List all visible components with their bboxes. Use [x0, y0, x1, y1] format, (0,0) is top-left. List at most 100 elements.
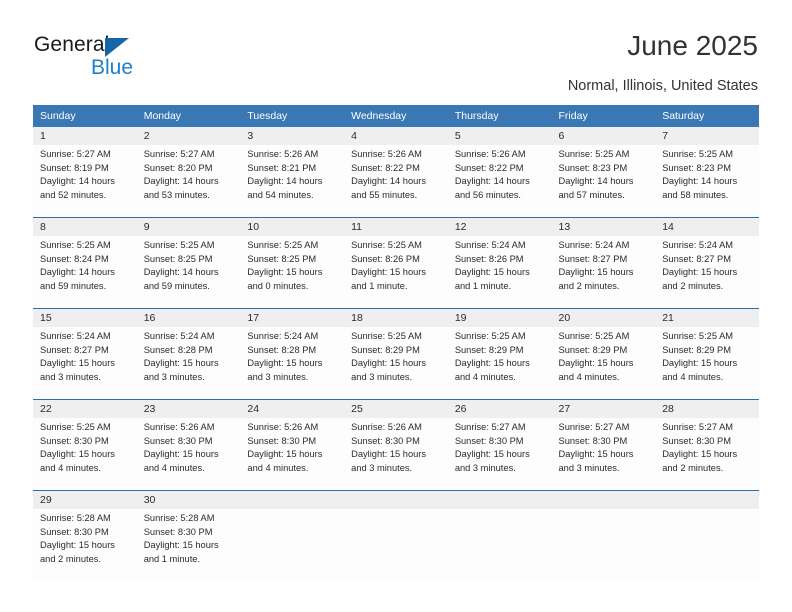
sunrise-text: Sunrise: 5:24 AM	[40, 331, 111, 341]
day-number[interactable]: 23	[136, 399, 241, 418]
day-number[interactable]: 3	[240, 127, 345, 145]
daylight-text: Daylight: 15 hours and 4 minutes.	[247, 449, 323, 473]
daylight-text: Daylight: 15 hours and 1 minute.	[454, 267, 530, 291]
daylight-text: Daylight: 15 hours and 2 minutes.	[558, 267, 634, 291]
day-cell: Sunrise: 5:25 AM Sunset: 8:23 PM Dayligh…	[551, 145, 656, 218]
day-cell: Sunrise: 5:25 AM Sunset: 8:30 PM Dayligh…	[33, 418, 137, 491]
sunrise-text: Sunrise: 5:25 AM	[662, 331, 734, 341]
sunset-text: Sunset: 8:29 PM	[351, 344, 420, 355]
day-number[interactable]: 19	[447, 308, 552, 327]
day-number[interactable]: 17	[240, 308, 345, 327]
day-number[interactable]: 2	[136, 127, 241, 145]
daylight-text: Daylight: 14 hours and 59 minutes.	[40, 267, 115, 291]
calendar-page: General Blue June 2025 Normal, Illinois,…	[0, 0, 792, 612]
day-number[interactable]: 27	[551, 399, 656, 418]
generalblue-logo[interactable]: General Blue	[34, 33, 234, 83]
day-number-empty	[551, 490, 656, 509]
day-number-empty	[447, 490, 552, 509]
sunrise-text: Sunrise: 5:26 AM	[351, 422, 422, 432]
sunrise-text: Sunrise: 5:26 AM	[454, 149, 526, 159]
daylight-text: Daylight: 15 hours and 1 minute.	[351, 267, 427, 291]
sunrise-text: Sunrise: 5:25 AM	[247, 240, 319, 250]
day-number[interactable]: 24	[240, 399, 345, 418]
sunset-text: Sunset: 8:19 PM	[40, 162, 109, 173]
day-cell: Sunrise: 5:25 AM Sunset: 8:29 PM Dayligh…	[551, 327, 656, 400]
daylight-text: Daylight: 15 hours and 4 minutes.	[558, 358, 634, 382]
day-cell-empty	[551, 509, 656, 581]
sunrise-text: Sunrise: 5:25 AM	[558, 149, 630, 159]
day-number[interactable]: 9	[136, 217, 241, 236]
week-4-daynumber-row: 22 23 24 25 26 27 28	[33, 399, 759, 418]
sunset-text: Sunset: 8:26 PM	[454, 253, 524, 264]
daylight-text: Daylight: 15 hours and 0 minutes.	[247, 267, 323, 291]
sunrise-text: Sunrise: 5:27 AM	[454, 422, 526, 432]
day-number[interactable]: 6	[551, 127, 656, 145]
day-number[interactable]: 20	[551, 308, 656, 327]
sunset-text: Sunset: 8:30 PM	[40, 526, 109, 537]
day-number[interactable]: 14	[655, 217, 759, 236]
day-number[interactable]: 13	[551, 217, 656, 236]
sunset-text: Sunset: 8:25 PM	[247, 253, 317, 264]
day-number[interactable]: 11	[344, 217, 448, 236]
day-number[interactable]: 16	[136, 308, 241, 327]
day-number-empty	[344, 490, 448, 509]
day-number[interactable]: 30	[136, 490, 241, 509]
daylight-text: Daylight: 15 hours and 3 minutes.	[454, 449, 530, 473]
sunrise-text: Sunrise: 5:24 AM	[143, 331, 215, 341]
weekday-header-wednesday: Wednesday	[344, 105, 448, 127]
daylight-text: Daylight: 15 hours and 2 minutes.	[40, 540, 115, 564]
day-cell: Sunrise: 5:24 AM Sunset: 8:28 PM Dayligh…	[240, 327, 345, 400]
sunset-text: Sunset: 8:26 PM	[351, 253, 420, 264]
sunrise-text: Sunrise: 5:24 AM	[662, 240, 734, 250]
daylight-text: Daylight: 15 hours and 3 minutes.	[247, 358, 323, 382]
weekday-header-thursday: Thursday	[447, 105, 552, 127]
sunset-text: Sunset: 8:30 PM	[454, 435, 524, 446]
day-cell-empty	[240, 509, 345, 581]
day-number[interactable]: 26	[447, 399, 552, 418]
day-number[interactable]: 21	[655, 308, 759, 327]
sunset-text: Sunset: 8:27 PM	[662, 253, 731, 264]
day-number[interactable]: 1	[33, 127, 137, 145]
day-number[interactable]: 28	[655, 399, 759, 418]
sunset-text: Sunset: 8:20 PM	[143, 162, 213, 173]
day-cell-empty	[655, 509, 759, 581]
sunrise-text: Sunrise: 5:27 AM	[40, 149, 111, 159]
weekday-header-monday: Monday	[136, 105, 241, 127]
day-number[interactable]: 10	[240, 217, 345, 236]
daylight-text: Daylight: 15 hours and 2 minutes.	[662, 267, 738, 291]
day-cell: Sunrise: 5:26 AM Sunset: 8:22 PM Dayligh…	[447, 145, 552, 218]
day-cell: Sunrise: 5:27 AM Sunset: 8:20 PM Dayligh…	[136, 145, 241, 218]
day-cell: Sunrise: 5:26 AM Sunset: 8:22 PM Dayligh…	[344, 145, 448, 218]
sunrise-text: Sunrise: 5:27 AM	[558, 422, 630, 432]
day-cell: Sunrise: 5:25 AM Sunset: 8:29 PM Dayligh…	[447, 327, 552, 400]
sunset-text: Sunset: 8:30 PM	[143, 435, 213, 446]
sunset-text: Sunset: 8:30 PM	[40, 435, 109, 446]
day-number[interactable]: 29	[33, 490, 137, 509]
day-number[interactable]: 18	[344, 308, 448, 327]
day-number[interactable]: 22	[33, 399, 137, 418]
day-cell: Sunrise: 5:27 AM Sunset: 8:30 PM Dayligh…	[655, 418, 759, 491]
day-number[interactable]: 25	[344, 399, 448, 418]
daylight-text: Daylight: 15 hours and 4 minutes.	[454, 358, 530, 382]
day-cell-empty	[344, 509, 448, 581]
sunset-text: Sunset: 8:24 PM	[40, 253, 109, 264]
logo-triangle-icon	[105, 38, 129, 57]
daylight-text: Daylight: 14 hours and 53 minutes.	[143, 176, 219, 200]
day-number[interactable]: 8	[33, 217, 137, 236]
sunset-text: Sunset: 8:27 PM	[40, 344, 109, 355]
week-3-daynumber-row: 15 16 17 18 19 20 21	[33, 308, 759, 327]
day-cell: Sunrise: 5:24 AM Sunset: 8:27 PM Dayligh…	[33, 327, 137, 400]
day-cell: Sunrise: 5:27 AM Sunset: 8:30 PM Dayligh…	[447, 418, 552, 491]
day-number[interactable]: 7	[655, 127, 759, 145]
day-number[interactable]: 15	[33, 308, 137, 327]
day-cell: Sunrise: 5:25 AM Sunset: 8:29 PM Dayligh…	[344, 327, 448, 400]
day-number[interactable]: 12	[447, 217, 552, 236]
weekday-header-tuesday: Tuesday	[240, 105, 345, 127]
day-number[interactable]: 5	[447, 127, 552, 145]
week-5-daynumber-row: 29 30	[33, 490, 759, 509]
daylight-text: Daylight: 15 hours and 3 minutes.	[351, 449, 427, 473]
sunrise-text: Sunrise: 5:25 AM	[662, 149, 734, 159]
sunrise-text: Sunrise: 5:28 AM	[143, 513, 215, 523]
day-number[interactable]: 4	[344, 127, 448, 145]
day-cell: Sunrise: 5:26 AM Sunset: 8:30 PM Dayligh…	[136, 418, 241, 491]
